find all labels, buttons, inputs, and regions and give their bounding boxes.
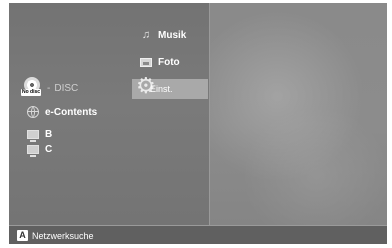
menu-item-label: C xyxy=(45,143,53,155)
left-menu-panel: ♫ Musik Foto ⚙ Einst. No disc - DISC e-C… xyxy=(9,3,210,225)
menu-item-device-b[interactable]: B xyxy=(27,128,53,142)
photo-icon xyxy=(140,57,152,67)
menu-item-device-c[interactable]: C xyxy=(27,143,53,157)
menu-item-label: Einst. xyxy=(150,84,173,94)
menu-item-label: Musik xyxy=(158,29,187,41)
disc-bullet: - xyxy=(47,82,51,94)
menu-item-label: DISC xyxy=(54,82,79,94)
menu-item-einst-selected[interactable]: ⚙ Einst. xyxy=(132,75,208,99)
menu-item-label: B xyxy=(45,128,53,140)
menu-item-musik[interactable]: ♫ Musik xyxy=(140,28,186,42)
menu-screen: ♫ Musik Foto ⚙ Einst. No disc - DISC e-C… xyxy=(9,3,387,244)
preview-panel xyxy=(210,3,387,225)
music-note-icon: ♫ xyxy=(141,29,151,41)
monitor-icon xyxy=(27,144,39,157)
menu-item-disc[interactable]: No disc - DISC xyxy=(21,77,78,99)
menu-item-foto[interactable]: Foto xyxy=(140,55,180,69)
bottom-bar: A Netzwerksuche xyxy=(9,225,387,244)
menu-item-label: e-Contents xyxy=(45,106,98,118)
menu-item-label: Foto xyxy=(158,56,180,68)
no-disc-badge: No disc xyxy=(21,89,42,96)
globe-icon xyxy=(27,106,39,118)
disc-icon: No disc xyxy=(21,77,43,99)
a-key-icon[interactable]: A xyxy=(17,230,28,241)
monitor-icon xyxy=(27,129,39,142)
network-search-label[interactable]: Netzwerksuche xyxy=(32,231,94,241)
menu-item-e-contents[interactable]: e-Contents xyxy=(27,105,97,119)
